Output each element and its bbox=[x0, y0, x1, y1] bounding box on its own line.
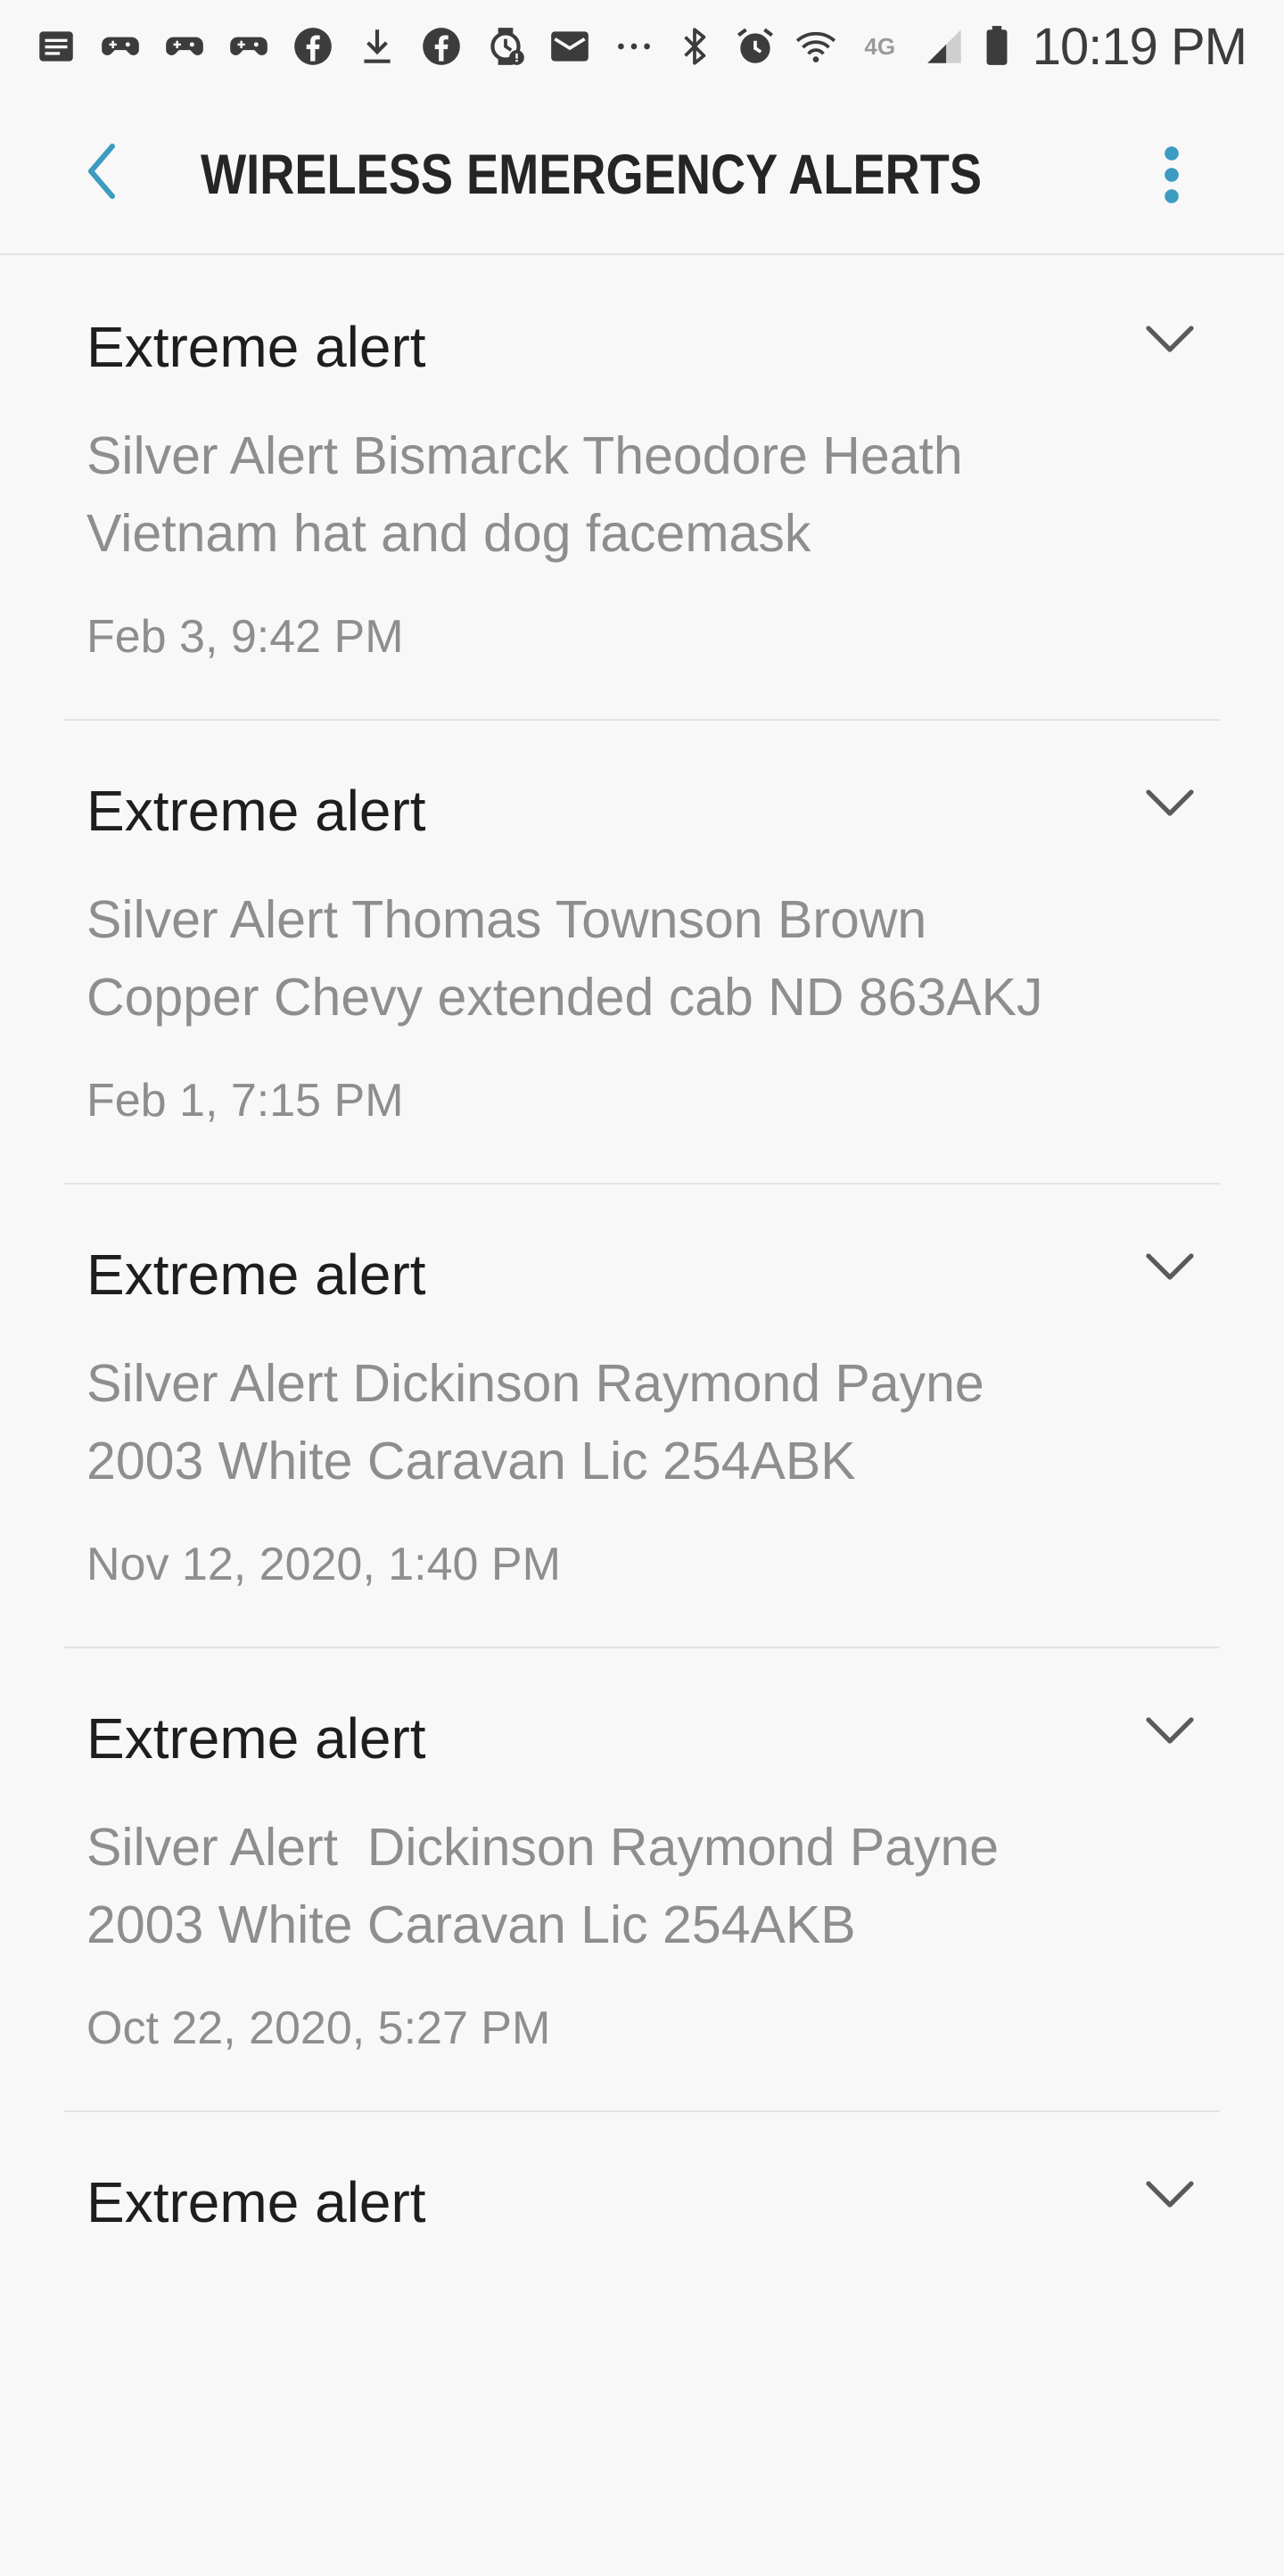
status-time: 10:19 PM bbox=[1032, 17, 1247, 76]
more-options-button[interactable] bbox=[1134, 134, 1209, 219]
battery-icon bbox=[983, 24, 1011, 69]
status-bar: 4G 10:19 PM bbox=[0, 0, 1284, 93]
expand-button[interactable] bbox=[1132, 1695, 1207, 1770]
facebook-icon bbox=[419, 24, 464, 69]
watch-alert-icon bbox=[483, 24, 528, 69]
app-bar: WIRELESS EMERGENCY ALERTS bbox=[0, 93, 1284, 255]
network-type-label: 4G bbox=[864, 32, 896, 60]
chevron-down-icon bbox=[1143, 2178, 1197, 2215]
alert-message: Silver Alert Thomas Townson Brown Copper… bbox=[86, 890, 1043, 1027]
more-dots-icon bbox=[612, 24, 656, 69]
expand-button[interactable] bbox=[1132, 1231, 1207, 1306]
alarm-icon bbox=[733, 24, 778, 69]
alert-title: Extreme alert bbox=[86, 1706, 426, 1771]
alert-date: Oct 22, 2020, 5:27 PM bbox=[86, 2002, 551, 2054]
expand-button[interactable] bbox=[1132, 767, 1207, 842]
expand-button[interactable] bbox=[1132, 303, 1207, 378]
game-controller-icon bbox=[162, 24, 207, 69]
list-item[interactable]: Extreme alert Silver Alert Thomas Townso… bbox=[0, 721, 1284, 1185]
wifi-icon bbox=[794, 24, 838, 69]
more-vertical-icon bbox=[1161, 143, 1182, 211]
back-button[interactable] bbox=[64, 136, 139, 211]
game-controller-icon bbox=[226, 24, 271, 69]
system-icons: 4G 10:19 PM bbox=[672, 0, 1247, 93]
alert-message: Silver Alert Dickinson Raymond Payne 200… bbox=[86, 1818, 1000, 1954]
facebook-icon bbox=[291, 24, 335, 69]
chevron-down-icon bbox=[1143, 787, 1197, 823]
chevron-down-icon bbox=[1143, 323, 1197, 359]
alert-list: Extreme alert Silver Alert Bismarck Theo… bbox=[0, 257, 1284, 2576]
page-title: WIRELESS EMERGENCY ALERTS bbox=[201, 144, 983, 206]
alert-date: Feb 1, 7:15 PM bbox=[86, 1075, 404, 1127]
notification-icons bbox=[34, 0, 656, 93]
alert-date: Feb 3, 9:42 PM bbox=[86, 611, 404, 663]
bluetooth-icon bbox=[672, 24, 717, 69]
alert-title: Extreme alert bbox=[86, 2170, 426, 2234]
chevron-left-icon bbox=[80, 139, 123, 208]
alert-message: Silver Alert Dickinson Raymond Payne 200… bbox=[86, 1354, 984, 1490]
signal-icon bbox=[922, 24, 967, 69]
alert-title: Extreme alert bbox=[86, 1243, 426, 1307]
list-item[interactable]: Extreme alert Silver Alert Dickinson Ray… bbox=[0, 1185, 1284, 1648]
list-item[interactable]: Extreme alert Silver Alert Dickinson Ray… bbox=[0, 1648, 1284, 2112]
chevron-down-icon bbox=[1143, 1714, 1197, 1751]
chevron-down-icon bbox=[1143, 1251, 1197, 1287]
notes-icon bbox=[34, 24, 78, 69]
alert-message: Silver Alert Bismarck Theodore Heath Vie… bbox=[86, 426, 963, 563]
expand-button[interactable] bbox=[1132, 2159, 1207, 2233]
list-item[interactable]: Extreme alert Silver Alert Bismarck Theo… bbox=[0, 257, 1284, 721]
alert-title: Extreme alert bbox=[86, 779, 426, 843]
alert-date: Nov 12, 2020, 1:40 PM bbox=[86, 1539, 561, 1590]
list-item[interactable]: Extreme alert bbox=[0, 2112, 1284, 2576]
alert-title: Extreme alert bbox=[86, 315, 426, 379]
mail-icon bbox=[547, 24, 592, 69]
game-controller-icon bbox=[98, 24, 143, 69]
download-icon bbox=[355, 24, 399, 69]
